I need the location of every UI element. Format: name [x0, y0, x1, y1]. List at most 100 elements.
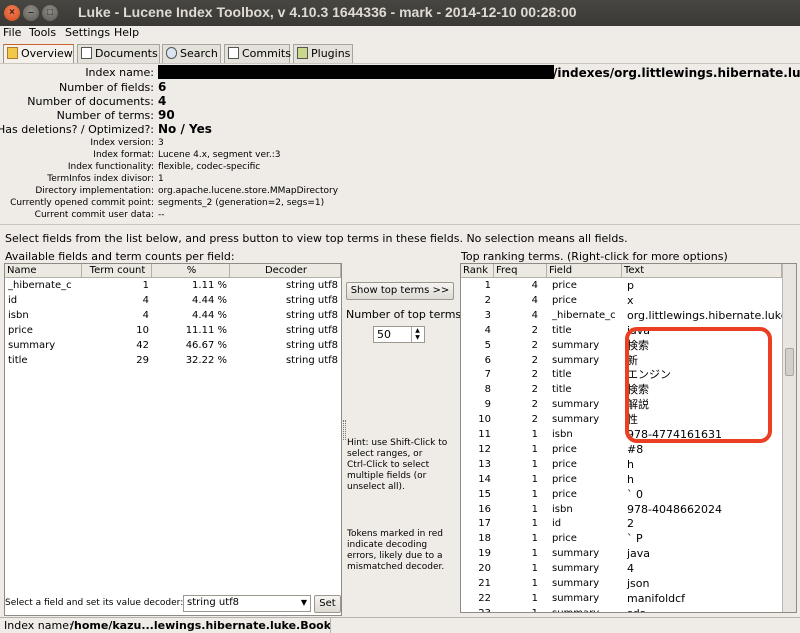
col-decoder[interactable]: Decoder: [230, 264, 341, 278]
term-cell[interactable]: _hibernate_c: [547, 308, 622, 323]
maximize-window-button[interactable]: □: [42, 5, 58, 21]
term-cell[interactable]: 2: [494, 323, 547, 338]
menu-tools[interactable]: Tools: [29, 26, 56, 39]
col-term-count[interactable]: Term count: [82, 264, 152, 278]
term-cell[interactable]: 1: [494, 457, 547, 472]
field-name-cell[interactable]: price: [5, 323, 82, 338]
term-text-cell[interactable]: x: [622, 293, 782, 308]
term-cell[interactable]: 23: [461, 606, 494, 612]
split-handle[interactable]: [343, 420, 346, 440]
col-freq[interactable]: Freq: [494, 264, 547, 278]
term-cell[interactable]: summary: [547, 561, 622, 576]
term-cell[interactable]: price: [547, 442, 622, 457]
term-cell[interactable]: 4: [494, 308, 547, 323]
term-cell[interactable]: 1: [494, 487, 547, 502]
term-cell[interactable]: summary: [547, 338, 622, 353]
spinner-arrows-icon[interactable]: ▲ ▼: [411, 327, 423, 342]
term-cell[interactable]: isbn: [547, 502, 622, 517]
term-cell[interactable]: price: [547, 457, 622, 472]
term-text-cell[interactable]: #8: [622, 442, 782, 457]
field-name-cell[interactable]: isbn: [5, 308, 82, 323]
term-text-cell[interactable]: 4: [622, 561, 782, 576]
field-cell[interactable]: 10: [82, 323, 152, 338]
term-text-cell[interactable]: h: [622, 457, 782, 472]
tab-documents[interactable]: Documents: [77, 44, 160, 63]
term-cell[interactable]: price: [547, 487, 622, 502]
term-cell[interactable]: summary: [547, 606, 622, 612]
field-cell[interactable]: string utf8: [230, 308, 341, 323]
term-cell[interactable]: 13: [461, 457, 494, 472]
term-text-cell[interactable]: json: [622, 576, 782, 591]
term-cell[interactable]: 2: [494, 338, 547, 353]
term-cell[interactable]: 18: [461, 531, 494, 546]
decoder-select[interactable]: string utf8 ▼: [183, 595, 311, 612]
tab-plugins[interactable]: Plugins: [293, 44, 353, 63]
term-cell[interactable]: 1: [494, 442, 547, 457]
field-name-cell[interactable]: _hibernate_c: [5, 278, 82, 293]
field-cell[interactable]: 1: [82, 278, 152, 293]
term-cell[interactable]: 15: [461, 487, 494, 502]
field-cell[interactable]: 42: [82, 338, 152, 353]
term-text-cell[interactable]: org.littlewings.hibernate.luke: [622, 308, 782, 323]
term-cell[interactable]: summary: [547, 353, 622, 368]
field-name-cell[interactable]: title: [5, 353, 82, 368]
tab-overview[interactable]: Overview: [3, 44, 74, 63]
term-cell[interactable]: summary: [547, 412, 622, 427]
term-cell[interactable]: price: [547, 293, 622, 308]
term-cell[interactable]: id: [547, 516, 622, 531]
term-cell[interactable]: 2: [494, 412, 547, 427]
term-cell[interactable]: 1: [461, 278, 494, 293]
term-cell[interactable]: 19: [461, 546, 494, 561]
term-cell[interactable]: 1: [494, 576, 547, 591]
term-cell[interactable]: 3: [461, 308, 494, 323]
term-cell[interactable]: 2: [461, 293, 494, 308]
field-cell[interactable]: 29: [82, 353, 152, 368]
col-percent[interactable]: %: [152, 264, 230, 278]
field-cell[interactable]: 4.44 %: [152, 308, 230, 323]
term-cell[interactable]: 8: [461, 382, 494, 397]
field-cell[interactable]: string utf8: [230, 353, 341, 368]
term-cell[interactable]: price: [547, 531, 622, 546]
term-text-cell[interactable]: manifoldcf: [622, 591, 782, 606]
term-cell[interactable]: 2: [494, 382, 547, 397]
col-field[interactable]: Field: [547, 264, 622, 278]
term-cell[interactable]: 2: [494, 397, 547, 412]
term-cell[interactable]: 20: [461, 561, 494, 576]
term-cell[interactable]: title: [547, 367, 622, 382]
term-cell[interactable]: 1: [494, 516, 547, 531]
field-cell[interactable]: string utf8: [230, 323, 341, 338]
set-decoder-button[interactable]: Set: [314, 595, 341, 613]
field-cell[interactable]: 11.11 %: [152, 323, 230, 338]
menu-settings[interactable]: Settings: [65, 26, 110, 39]
term-cell[interactable]: title: [547, 323, 622, 338]
col-rank[interactable]: Rank: [461, 264, 494, 278]
term-cell[interactable]: title: [547, 382, 622, 397]
term-cell[interactable]: 1: [494, 502, 547, 517]
col-text[interactable]: Text: [622, 264, 782, 278]
field-cell[interactable]: string utf8: [230, 278, 341, 293]
term-cell[interactable]: 1: [494, 472, 547, 487]
menu-file[interactable]: File: [3, 26, 21, 39]
num-top-terms-spinner[interactable]: 50 ▲ ▼: [373, 326, 425, 343]
menu-help[interactable]: Help: [114, 26, 139, 39]
term-text-cell[interactable]: java: [622, 546, 782, 561]
tab-search[interactable]: Search: [162, 44, 221, 63]
term-cell[interactable]: summary: [547, 576, 622, 591]
field-cell[interactable]: 4: [82, 308, 152, 323]
term-cell[interactable]: 14: [461, 472, 494, 487]
term-text-cell[interactable]: p: [622, 278, 782, 293]
term-cell[interactable]: summary: [547, 397, 622, 412]
field-name-cell[interactable]: summary: [5, 338, 82, 353]
term-cell[interactable]: 4: [461, 323, 494, 338]
term-cell[interactable]: 6: [461, 353, 494, 368]
term-cell[interactable]: 9: [461, 397, 494, 412]
term-cell[interactable]: price: [547, 278, 622, 293]
term-text-cell[interactable]: 978-4048662024: [622, 502, 782, 517]
term-cell[interactable]: 12: [461, 442, 494, 457]
term-cell[interactable]: 4: [494, 293, 547, 308]
term-cell[interactable]: summary: [547, 591, 622, 606]
term-cell[interactable]: price: [547, 472, 622, 487]
close-window-button[interactable]: ×: [4, 5, 20, 21]
show-top-terms-button[interactable]: Show top terms >>: [346, 282, 454, 300]
term-cell[interactable]: 1: [494, 546, 547, 561]
